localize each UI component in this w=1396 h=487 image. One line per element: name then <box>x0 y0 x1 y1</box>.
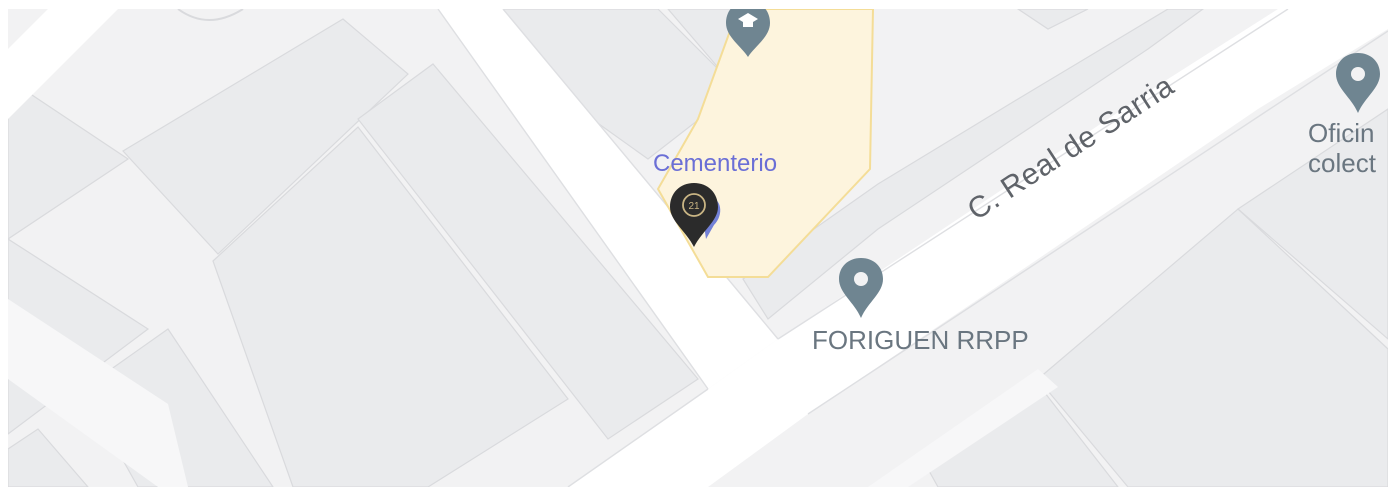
foriguen-label[interactable]: FORIGUEN RRPP <box>812 325 1029 355</box>
office-label-line1[interactable]: Oficin <box>1308 118 1374 148</box>
office-label-line2[interactable]: colect <box>1308 148 1377 178</box>
listing-badge-text: 21 <box>688 201 700 212</box>
map-view[interactable]: Cementerio 21 C. Real de Sarria FORIGUEN… <box>8 9 1388 487</box>
map-canvas[interactable]: Cementerio 21 C. Real de Sarria FORIGUEN… <box>8 9 1388 487</box>
cemetery-label[interactable]: Cementerio <box>653 150 777 177</box>
